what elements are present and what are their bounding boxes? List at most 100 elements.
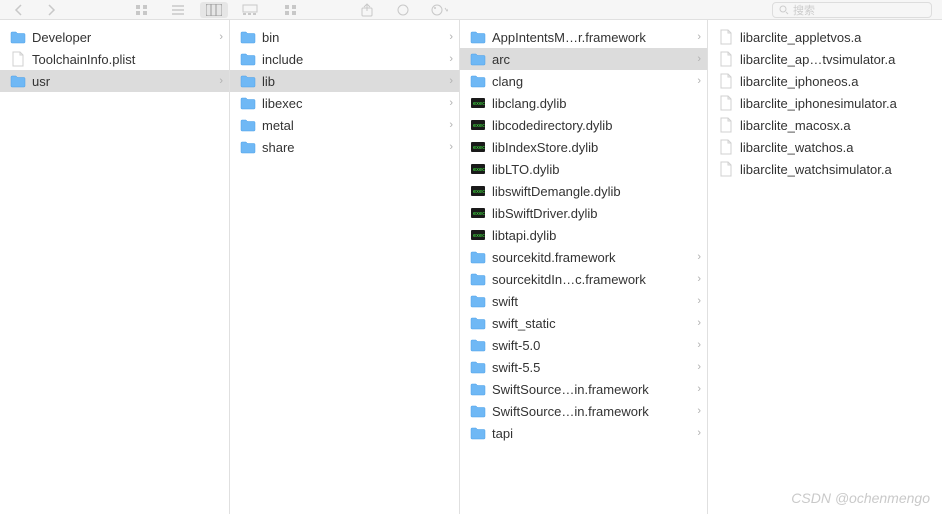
file-row[interactable]: execlibclang.dylib <box>460 92 707 114</box>
file-label: metal <box>262 118 443 133</box>
tag-button[interactable] <box>394 3 412 17</box>
file-row[interactable]: execlibtapi.dylib <box>460 224 707 246</box>
file-label: libclang.dylib <box>492 96 701 111</box>
file-row[interactable]: swift_static› <box>460 312 707 334</box>
plist-icon <box>10 51 26 67</box>
chevron-right-icon: › <box>691 361 701 373</box>
file-row[interactable]: exec libLTO.dylib <box>460 158 707 180</box>
file-row[interactable]: libexec› <box>230 92 459 114</box>
file-row[interactable]: swift-5.0› <box>460 334 707 356</box>
file-row[interactable]: tapi› <box>460 422 707 444</box>
folder-icon <box>240 139 256 155</box>
action-dropdown-button[interactable] <box>430 3 448 17</box>
file-row[interactable]: execlibSwiftDriver.dylib <box>460 202 707 224</box>
chevron-right-icon: › <box>691 273 701 285</box>
chevron-right-icon: › <box>691 317 701 329</box>
file-row[interactable]: swift› <box>460 290 707 312</box>
file-label: libarclite_watchsimulator.a <box>740 162 936 177</box>
file-label: swift <box>492 294 691 309</box>
view-gallery-button[interactable] <box>236 2 264 18</box>
file-row[interactable]: libarclite_watchos.a <box>708 136 942 158</box>
view-column-button[interactable] <box>200 2 228 18</box>
svg-text:exec: exec <box>473 167 485 173</box>
chevron-right-icon: › <box>691 31 701 43</box>
svg-text:exec: exec <box>473 189 485 195</box>
chevron-right-icon: › <box>691 53 701 65</box>
file-row[interactable]: sourcekitd.framework› <box>460 246 707 268</box>
search-input[interactable]: 搜索 <box>772 2 932 18</box>
share-button[interactable] <box>358 3 376 17</box>
file-row[interactable]: include› <box>230 48 459 70</box>
folder-icon <box>470 403 486 419</box>
nav-back-button[interactable] <box>10 3 28 17</box>
group-by-button[interactable] <box>282 3 300 17</box>
exec-icon: exec <box>470 117 486 133</box>
archive-icon <box>718 73 734 89</box>
file-row[interactable]: AppIntentsM…r.framework› <box>460 26 707 48</box>
file-row[interactable]: exec libIndexStore.dylib <box>460 136 707 158</box>
chevron-right-icon: › <box>691 295 701 307</box>
chevron-right-icon: › <box>443 31 453 43</box>
column-3: libarclite_appletvos.a libarclite_ap…tvsi… <box>708 20 942 514</box>
file-label: bin <box>262 30 443 45</box>
file-row[interactable]: metal› <box>230 114 459 136</box>
folder-icon <box>10 73 26 89</box>
view-list-button[interactable] <box>164 2 192 18</box>
chevron-right-icon: › <box>691 383 701 395</box>
file-row[interactable]: SwiftSource…in.framework› <box>460 400 707 422</box>
column-1: bin›include›lib›libexec›metal›share› <box>230 20 460 514</box>
file-row[interactable]: exec libcodedirectory.dylib <box>460 114 707 136</box>
file-label: libLTO.dylib <box>492 162 701 177</box>
file-row[interactable]: libarclite_watchsimulator.a <box>708 158 942 180</box>
file-row[interactable]: libarclite_appletvos.a <box>708 26 942 48</box>
svg-text:exec: exec <box>473 145 485 151</box>
toolbar: 搜索 <box>0 0 942 20</box>
file-row[interactable]: ToolchainInfo.plist <box>0 48 229 70</box>
archive-icon <box>718 139 734 155</box>
file-row[interactable]: libarclite_iphonesimulator.a <box>708 92 942 114</box>
file-row[interactable]: libarclite_macosx.a <box>708 114 942 136</box>
file-row[interactable]: share› <box>230 136 459 158</box>
folder-icon <box>470 271 486 287</box>
file-row[interactable]: swift-5.5› <box>460 356 707 378</box>
file-label: swift-5.5 <box>492 360 691 375</box>
folder-icon <box>470 73 486 89</box>
file-label: libcodedirectory.dylib <box>492 118 701 133</box>
file-label: libarclite_appletvos.a <box>740 30 936 45</box>
file-label: libIndexStore.dylib <box>492 140 701 155</box>
file-row[interactable]: clang› <box>460 70 707 92</box>
file-row[interactable]: arc› <box>460 48 707 70</box>
folder-icon <box>470 293 486 309</box>
file-row[interactable]: execlibswiftDemangle.dylib <box>460 180 707 202</box>
view-icon-button[interactable] <box>128 2 156 18</box>
file-label: arc <box>492 52 691 67</box>
svg-text:exec: exec <box>473 211 485 217</box>
folder-icon <box>470 381 486 397</box>
folder-icon <box>470 425 486 441</box>
svg-text:exec: exec <box>473 233 485 239</box>
file-label: SwiftSource…in.framework <box>492 382 691 397</box>
file-row[interactable]: sourcekitdIn…c.framework› <box>460 268 707 290</box>
file-row[interactable]: bin› <box>230 26 459 48</box>
file-row[interactable]: SwiftSource…in.framework› <box>460 378 707 400</box>
folder-icon <box>240 95 256 111</box>
file-label: libarclite_watchos.a <box>740 140 936 155</box>
file-label: ToolchainInfo.plist <box>32 52 223 67</box>
folder-icon <box>470 249 486 265</box>
file-label: tapi <box>492 426 691 441</box>
archive-icon <box>718 95 734 111</box>
chevron-right-icon: › <box>443 119 453 131</box>
file-row[interactable]: libarclite_ap…tvsimulator.a <box>708 48 942 70</box>
chevron-right-icon: › <box>213 31 223 43</box>
search-placeholder: 搜索 <box>793 2 815 18</box>
file-row[interactable]: usr› <box>0 70 229 92</box>
file-label: libarclite_macosx.a <box>740 118 936 133</box>
file-label: Developer <box>32 30 213 45</box>
file-label: libarclite_iphonesimulator.a <box>740 96 936 111</box>
file-row[interactable]: Developer› <box>0 26 229 48</box>
file-row[interactable]: lib› <box>230 70 459 92</box>
nav-forward-button[interactable] <box>42 3 60 17</box>
archive-icon <box>718 51 734 67</box>
file-label: AppIntentsM…r.framework <box>492 30 691 45</box>
file-row[interactable]: libarclite_iphoneos.a <box>708 70 942 92</box>
